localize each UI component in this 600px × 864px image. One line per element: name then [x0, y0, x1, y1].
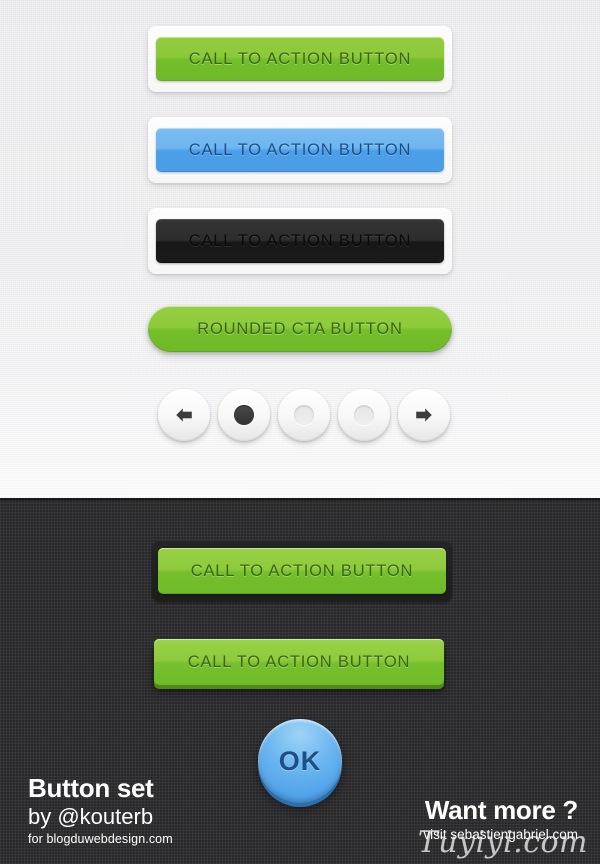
footer-title: Button set [28, 773, 154, 804]
green-cta-frame: CALL TO ACTION BUTTON [148, 26, 452, 92]
ok-button[interactable]: OK [258, 719, 342, 803]
footer-credit-left: Button set by @kouterb for blogduwebdesi… [28, 775, 173, 846]
blue-cta-button[interactable]: CALL TO ACTION BUTTON [156, 128, 444, 172]
green-inset-cta-frame: CALL TO ACTION BUTTON [152, 540, 452, 602]
footer-credit-right: Want more ? visit sebastiengabriel.com [423, 794, 578, 842]
dot-empty-icon [354, 405, 374, 425]
ok-button-label: OK [278, 745, 322, 776]
dot-empty-icon [294, 405, 314, 425]
pager-dot-3[interactable] [338, 389, 390, 441]
green-3d-cta-button[interactable]: CALL TO ACTION BUTTON [154, 639, 444, 685]
dark-cta-button[interactable]: CALL TO ACTION BUTTON [156, 219, 444, 263]
dot-filled-icon [234, 405, 254, 425]
pager-next-button[interactable] [398, 389, 450, 441]
dark-cta-frame: CALL TO ACTION BUTTON [148, 208, 452, 274]
section-divider [0, 498, 600, 501]
pager-dot-2[interactable] [278, 389, 330, 441]
arrow-right-icon [413, 405, 435, 425]
green-inset-cta-button[interactable]: CALL TO ACTION BUTTON [158, 548, 446, 594]
footer-want-more-title: Want more ? [424, 794, 578, 825]
button-set-showcase: CALL TO ACTION BUTTON CALL TO ACTION BUT… [0, 0, 600, 864]
pager-prev-button[interactable] [158, 389, 210, 441]
dark-section: CALL TO ACTION BUTTON CALL TO ACTION BUT… [0, 498, 600, 864]
arrow-left-icon [173, 405, 195, 425]
green-cta-button[interactable]: CALL TO ACTION BUTTON [156, 37, 444, 81]
footer-author: by @kouterb [28, 803, 154, 829]
rounded-cta-button[interactable]: ROUNDED CTA BUTTON [148, 306, 452, 352]
blue-cta-frame: CALL TO ACTION BUTTON [148, 117, 452, 183]
footer-source-link[interactable]: for blogduwebdesign.com [28, 832, 173, 846]
pager-dot-1-active[interactable] [218, 389, 270, 441]
footer-visit-link[interactable]: visit sebastiengabriel.com [423, 827, 578, 842]
light-section: CALL TO ACTION BUTTON CALL TO ACTION BUT… [0, 0, 600, 498]
pager-control [158, 389, 450, 441]
